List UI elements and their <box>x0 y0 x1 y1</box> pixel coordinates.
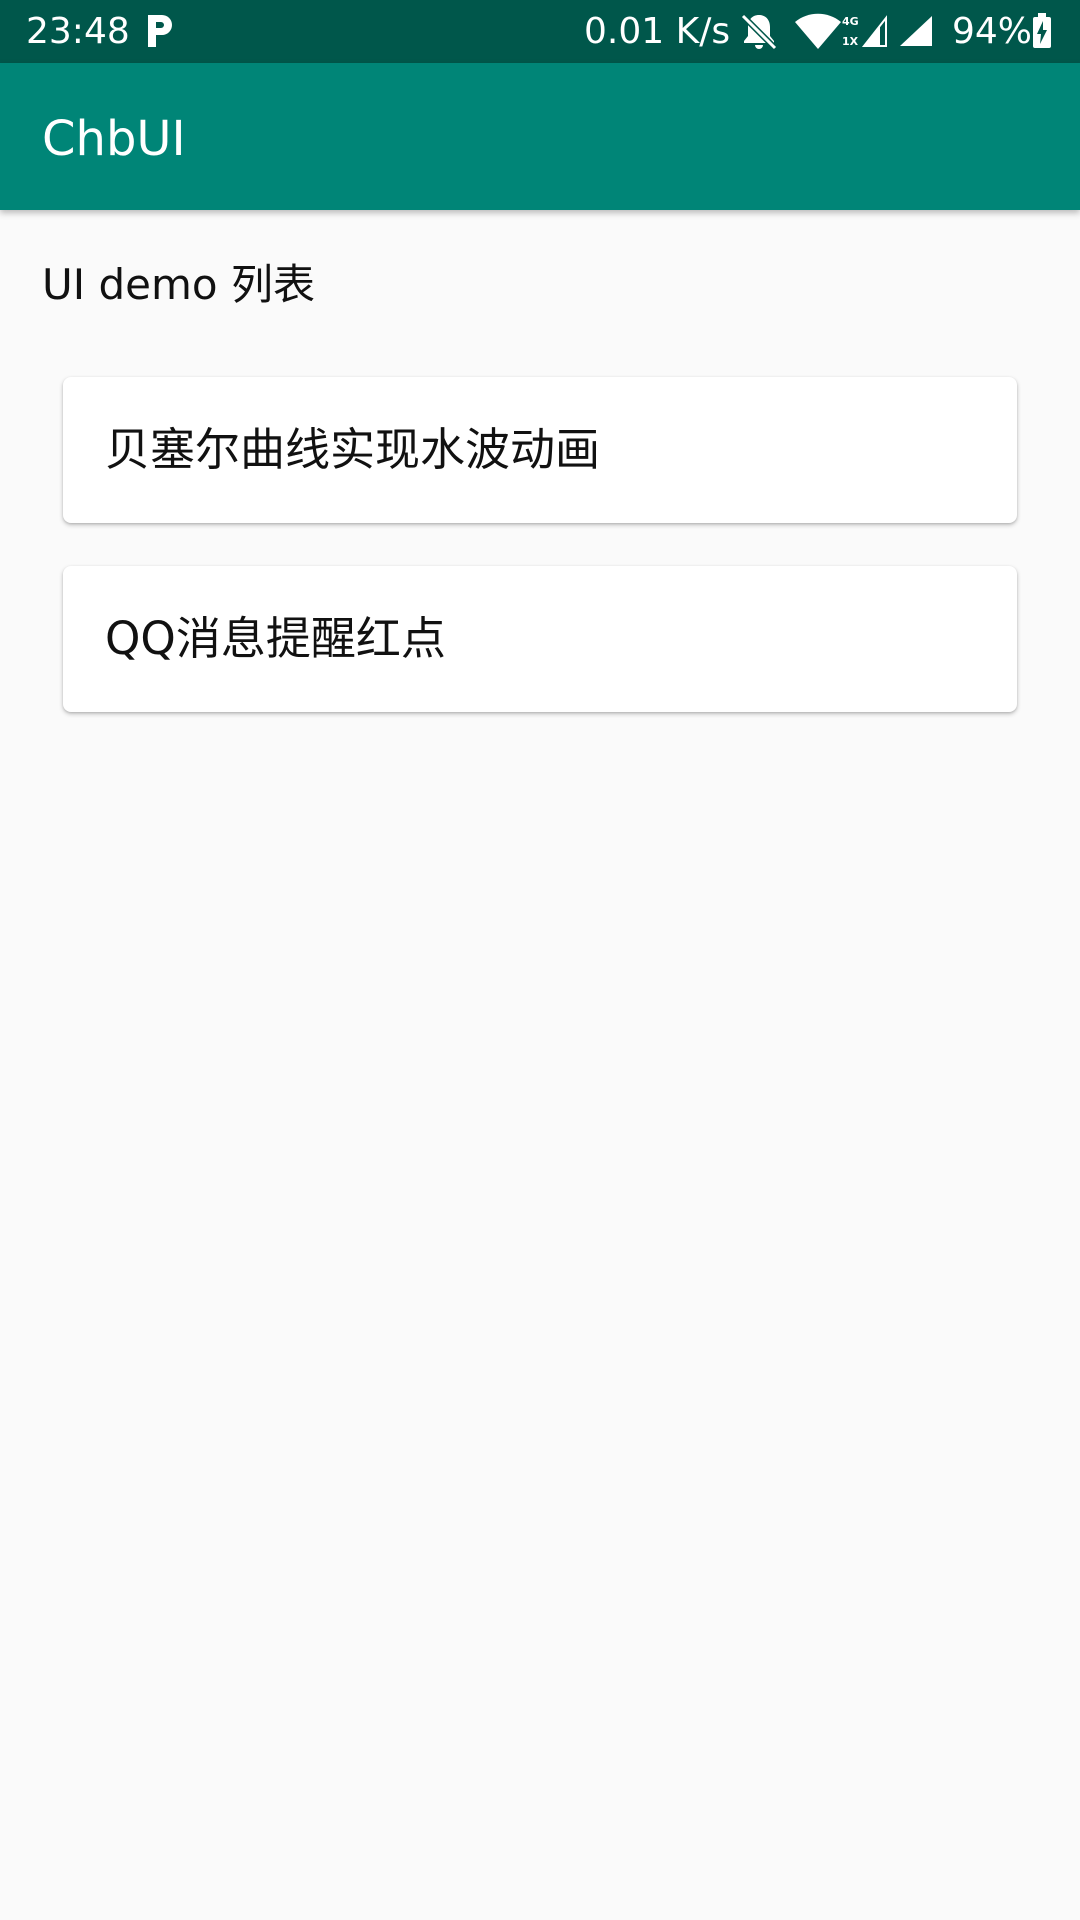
p-icon <box>148 15 172 47</box>
demo-card-label: QQ消息提醒红点 <box>105 612 446 665</box>
network-type-label: 4G <box>842 15 859 28</box>
demo-card-bezier-wave[interactable]: 贝塞尔曲线实现水波动画 <box>63 377 1017 523</box>
battery-charging-icon <box>1033 13 1051 48</box>
status-bar: 23:48 0.01 K/s 4G 1X 94% <box>0 0 1080 63</box>
network-type-label-secondary: 1X <box>842 35 859 48</box>
wifi-icon <box>795 13 841 49</box>
app-bar: ChbUI <box>0 63 1080 210</box>
section-title: UI demo 列表 <box>42 260 315 309</box>
signal-icon <box>900 16 932 46</box>
status-time: 23:48 <box>26 11 130 52</box>
battery-percentage: 94% <box>952 11 1033 52</box>
signal-icon <box>862 15 887 47</box>
bell-off-icon <box>740 13 778 51</box>
demo-card-qq-red-dot[interactable]: QQ消息提醒红点 <box>63 566 1017 712</box>
network-speed: 0.01 K/s <box>584 11 731 52</box>
demo-card-label: 贝塞尔曲线实现水波动画 <box>105 423 601 476</box>
app-title: ChbUI <box>42 111 186 167</box>
